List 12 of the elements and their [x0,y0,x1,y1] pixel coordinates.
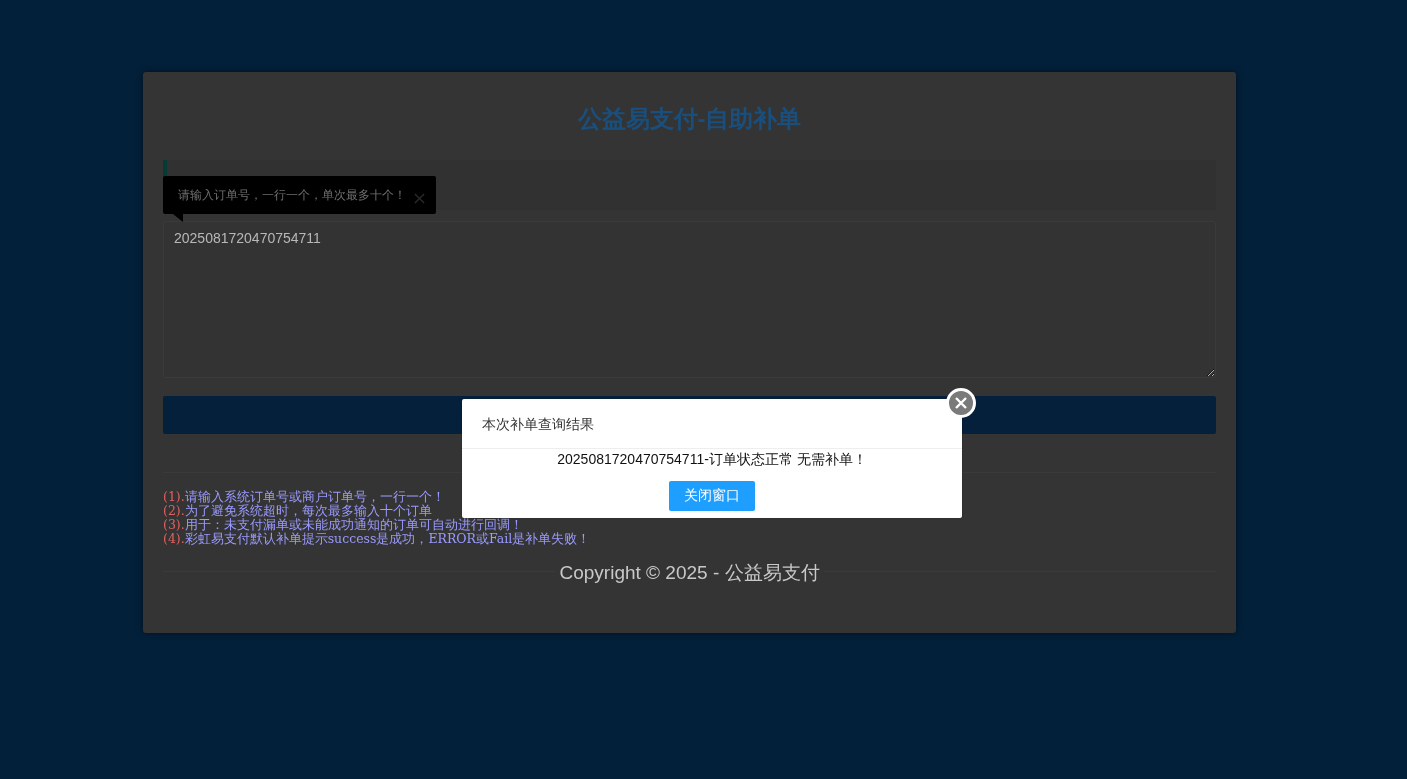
note-number: (1). [163,489,185,504]
page-title: 公益易支付-自助补单 [576,104,803,134]
note-text: 请输入系统订单号或商户订单号，一行一个！ [184,489,445,504]
note-text: 为了避免系统超时，每次最多输入十个订单 [184,503,432,518]
note-number: (4). [163,531,185,546]
copyright-text: Copyright © 2025 - 公益易支付 [555,562,824,583]
note-number: (2). [163,503,185,518]
tooltip-text: 请输入订单号，一行一个，单次最多十个！ [178,186,406,204]
note-text: 彩虹易支付默认补单提示success是成功，ERROR或Fail是补单失败！ [184,531,591,546]
note-number: (3). [163,517,185,532]
note-text: 用于：未支付漏单或未能成功通知的订单可自动进行回调！ [184,517,523,532]
dialog-message: 2025081720470754711-订单状态正常 无需补单！ [556,450,868,469]
